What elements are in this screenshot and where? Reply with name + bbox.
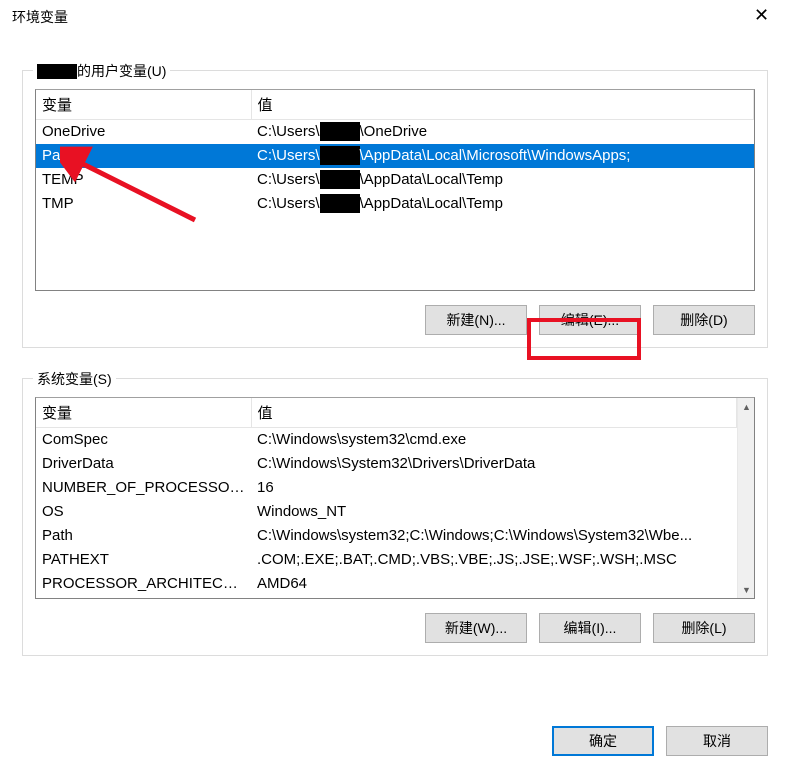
dialog-buttons: 确定 取消 <box>552 726 768 756</box>
cell-value: Windows_NT <box>251 500 737 524</box>
column-header-value[interactable]: 值 <box>251 398 737 428</box>
cell-value: C:\Users\ \AppData\Local\Microsoft\Window… <box>251 144 754 168</box>
cell-value: C:\Windows\System32\Drivers\DriverData <box>251 452 737 476</box>
user-variables-group: 的用户变量(U) 变量 值 OneDriveC:\Users\\OneDrive… <box>22 70 768 348</box>
redacted-username <box>320 170 360 189</box>
cell-variable: TEMP <box>36 168 251 192</box>
cell-value: 16 <box>251 476 737 500</box>
value-prefix: C:\Users\ <box>257 147 320 164</box>
system-table-scrollbar[interactable]: ▲ ▼ <box>737 398 754 598</box>
scroll-down-icon[interactable]: ▼ <box>738 581 755 598</box>
cell-variable: PROCESSOR_ARCHITECTURE <box>36 572 251 596</box>
user-buttons-row: 新建(N)... 编辑(E)... 删除(D) <box>35 305 755 335</box>
system-variables-legend: 系统变量(S) <box>33 369 116 389</box>
table-header-row: 变量 值 <box>36 398 737 428</box>
value-prefix: C:\Users\ <box>257 195 320 212</box>
column-header-value[interactable]: 值 <box>251 90 754 120</box>
user-delete-button[interactable]: 删除(D) <box>653 305 755 335</box>
system-new-button[interactable]: 新建(W)... <box>425 613 527 643</box>
scroll-up-icon[interactable]: ▲ <box>738 398 755 415</box>
redacted-username <box>37 64 77 79</box>
titlebar: 环境变量 ✕ <box>0 0 790 34</box>
cell-variable: OS <box>36 500 251 524</box>
system-variables-table-wrapper: 变量 值 ComSpecC:\Windows\system32\cmd.exeD… <box>35 397 755 599</box>
cell-variable: Path <box>36 524 251 548</box>
column-header-variable[interactable]: 变量 <box>36 90 251 120</box>
cell-value: C:\Users\ \OneDrive <box>251 120 754 144</box>
system-variables-group: 系统变量(S) 变量 值 ComSpecC:\Windows\system32\… <box>22 378 768 656</box>
system-buttons-row: 新建(W)... 编辑(I)... 删除(L) <box>35 613 755 643</box>
cancel-button[interactable]: 取消 <box>666 726 768 756</box>
cell-value: C:\Windows\system32\cmd.exe <box>251 428 737 452</box>
cell-variable: TMP <box>36 192 251 216</box>
column-header-variable[interactable]: 变量 <box>36 398 251 428</box>
table-row[interactable]: PROCESSOR_ARCHITECTUREAMD64 <box>36 572 737 596</box>
ok-button[interactable]: 确定 <box>552 726 654 756</box>
table-row[interactable]: NUMBER_OF_PROCESSORS16 <box>36 476 737 500</box>
cell-variable: ComSpec <box>36 428 251 452</box>
table-header-row: 变量 值 <box>36 90 754 120</box>
system-delete-button[interactable]: 删除(L) <box>653 613 755 643</box>
cell-variable: DriverData <box>36 452 251 476</box>
table-row[interactable]: PathC:\Windows\system32;C:\Windows;C:\Wi… <box>36 524 737 548</box>
user-variables-legend-suffix: 的用户变量(U) <box>77 61 166 81</box>
cell-value: AMD64 <box>251 572 737 596</box>
user-variables-table[interactable]: 变量 值 OneDriveC:\Users\\OneDrivePathC:\Us… <box>36 90 754 216</box>
cell-value: C:\Users\ \AppData\Local\Temp <box>251 168 754 192</box>
cell-variable: PATHEXT <box>36 548 251 572</box>
value-suffix: \AppData\Local\Temp <box>360 171 503 188</box>
cell-variable: OneDrive <box>36 120 251 144</box>
redacted-username <box>320 194 360 213</box>
system-variables-table[interactable]: 变量 值 ComSpecC:\Windows\system32\cmd.exeD… <box>36 398 737 596</box>
user-variables-legend: 的用户变量(U) <box>33 61 170 81</box>
redacted-username <box>320 122 360 141</box>
cell-value: .COM;.EXE;.BAT;.CMD;.VBS;.VBE;.JS;.JSE;.… <box>251 548 737 572</box>
value-suffix: \AppData\Local\Microsoft\WindowsApps; <box>360 147 631 164</box>
redacted-username <box>320 146 360 165</box>
table-row[interactable]: OSWindows_NT <box>36 500 737 524</box>
value-suffix: \AppData\Local\Temp <box>360 195 503 212</box>
table-row[interactable]: OneDrive C:\Users\ \OneDrive <box>36 120 754 144</box>
table-row[interactable]: PATHEXT.COM;.EXE;.BAT;.CMD;.VBS;.VBE;.JS… <box>36 548 737 572</box>
system-edit-button[interactable]: 编辑(I)... <box>539 613 641 643</box>
table-row[interactable]: Path C:\Users\ \AppData\Local\Microsoft\Wi… <box>36 144 754 168</box>
table-row[interactable]: DriverDataC:\Windows\System32\Drivers\Dr… <box>36 452 737 476</box>
value-prefix: C:\Users\ <box>257 171 320 188</box>
user-variables-table-wrapper: 变量 值 OneDriveC:\Users\\OneDrivePathC:\Us… <box>35 89 755 291</box>
cell-value: C:\Windows\system32;C:\Windows;C:\Window… <box>251 524 737 548</box>
table-row[interactable]: ComSpecC:\Windows\system32\cmd.exe <box>36 428 737 452</box>
cell-variable: NUMBER_OF_PROCESSORS <box>36 476 251 500</box>
table-row[interactable]: TMP C:\Users\ \AppData\Local\Temp <box>36 192 754 216</box>
cell-value: C:\Users\ \AppData\Local\Temp <box>251 192 754 216</box>
table-row[interactable]: TEMP C:\Users\ \AppData\Local\Temp <box>36 168 754 192</box>
value-prefix: C:\Users\ <box>257 123 320 140</box>
value-suffix: \OneDrive <box>360 123 428 140</box>
window-title: 环境变量 <box>8 7 68 27</box>
user-new-button[interactable]: 新建(N)... <box>425 305 527 335</box>
cell-variable: Path <box>36 144 251 168</box>
user-edit-button[interactable]: 编辑(E)... <box>539 305 641 335</box>
close-icon[interactable]: ✕ <box>739 0 784 30</box>
